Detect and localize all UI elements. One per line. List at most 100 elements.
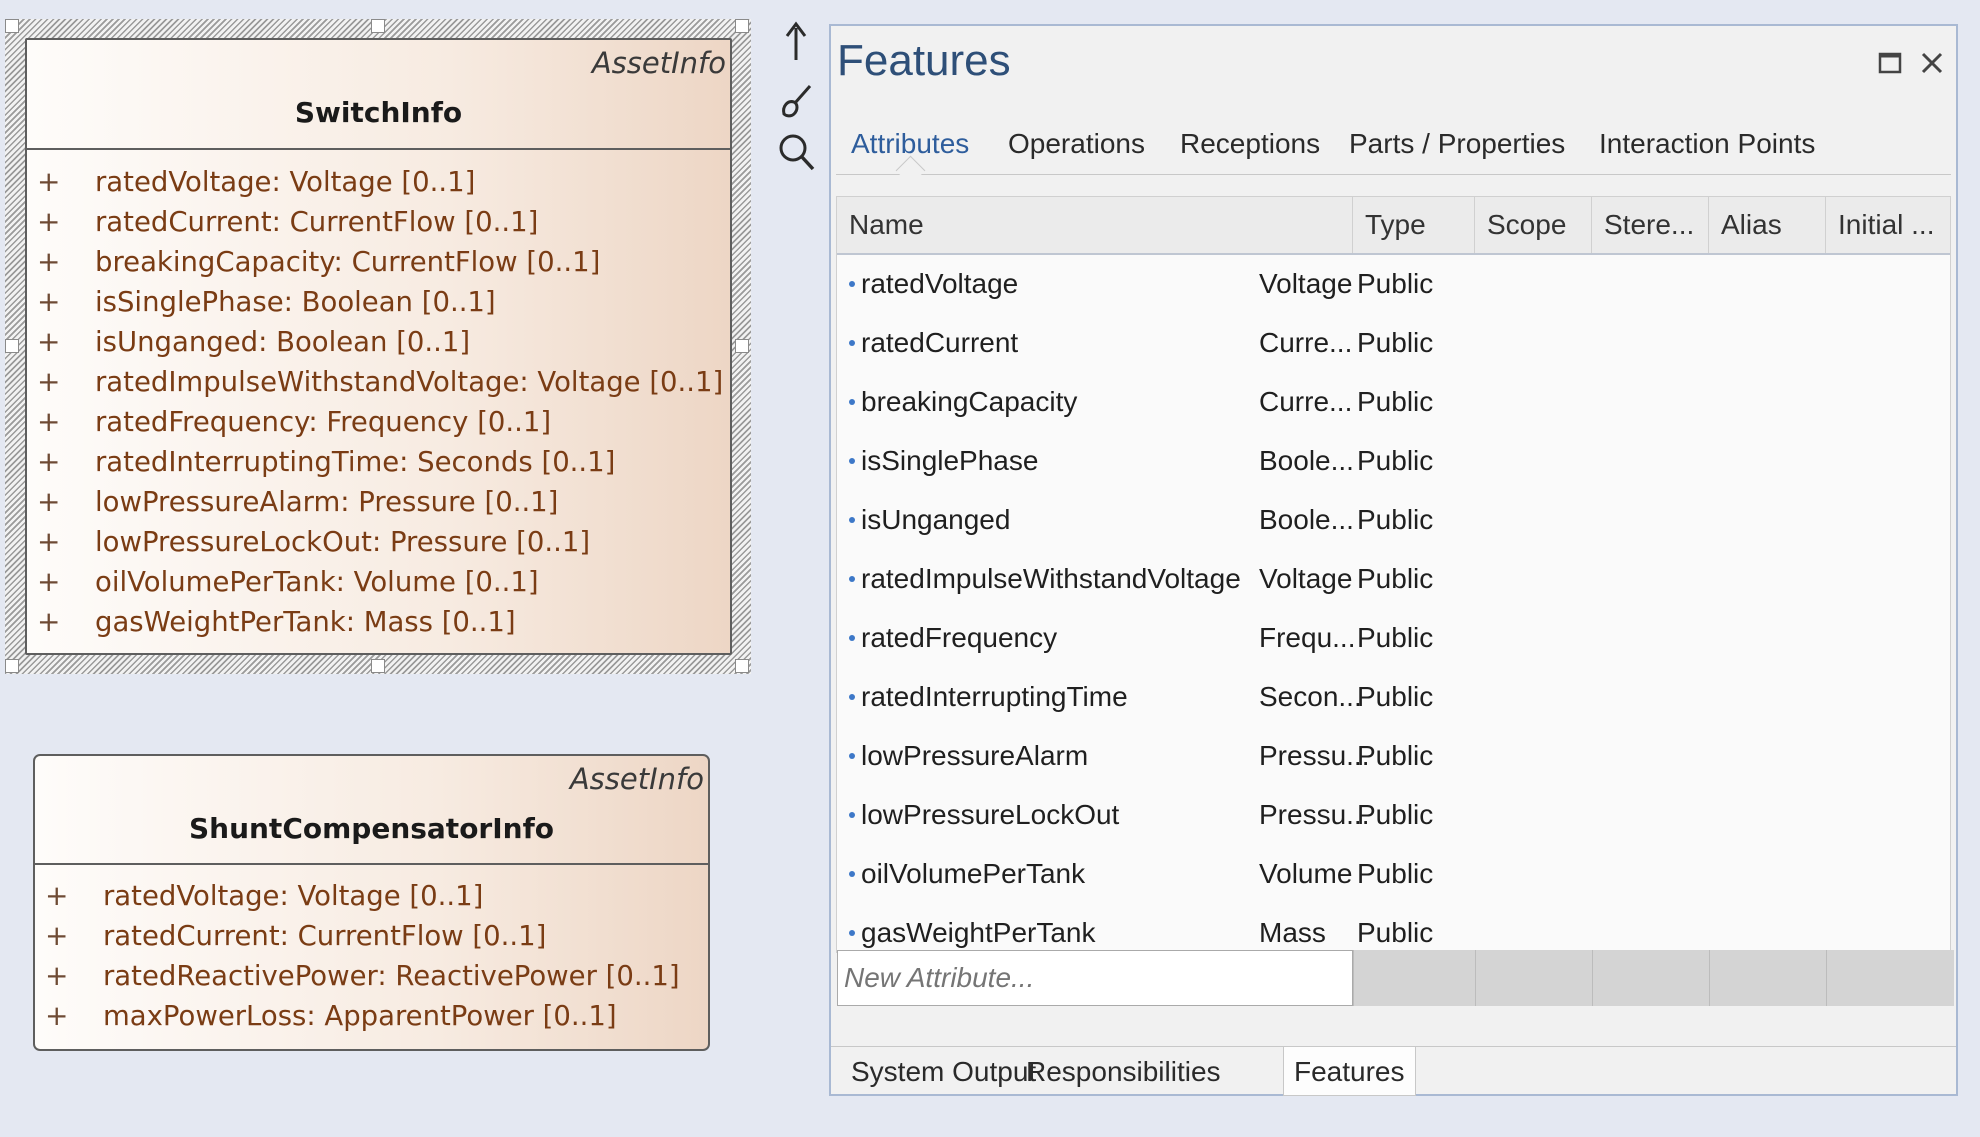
attribute-text: maxPowerLoss: ApparentPower [0..1] xyxy=(103,1000,617,1032)
attribute-icon xyxy=(849,930,855,936)
attribute-line[interactable]: + ratedImpulseWithstandVoltage: Voltage [… xyxy=(27,362,730,402)
attribute-text: lowPressureLockOut: Pressure [0..1] xyxy=(95,526,591,558)
attribute-icon xyxy=(849,812,855,818)
close-icon[interactable] xyxy=(1917,48,1947,78)
resize-handle-ne[interactable] xyxy=(735,19,749,33)
cell-scope: Public xyxy=(1357,799,1434,830)
attribute-line[interactable]: + oilVolumePerTank: Volume [0..1] xyxy=(27,562,730,602)
resize-handle-e[interactable] xyxy=(735,339,749,353)
attribute-line[interactable]: + lowPressureLockOut: Pressure [0..1] xyxy=(27,522,730,562)
attribute-line[interactable]: + ratedVoltage: Voltage [0..1] xyxy=(27,162,730,202)
compartment-divider xyxy=(27,148,730,150)
cell-scope: Public xyxy=(1357,327,1434,358)
attribute-line[interactable]: + ratedInterruptingTime: Seconds [0..1] xyxy=(27,442,730,482)
attribute-icon xyxy=(849,340,855,346)
cell-scope: Public xyxy=(1357,445,1434,476)
resize-handle-se[interactable] xyxy=(735,659,749,673)
attribute-line[interactable]: + isSinglePhase: Boolean [0..1] xyxy=(27,282,730,322)
switch-info-class[interactable]: AssetInfo SwitchInfo + ratedVoltage: Volt… xyxy=(25,38,732,655)
shunt-compensator-info-class[interactable]: AssetInfo ShuntCompensatorInfo + ratedVol… xyxy=(33,754,710,1051)
tab-parts-properties[interactable]: Parts / Properties xyxy=(1349,128,1565,160)
attribute-icon xyxy=(849,871,855,877)
attribute-text: ratedInterruptingTime: Seconds [0..1] xyxy=(95,446,616,478)
column-header-stereotype[interactable]: Stere... xyxy=(1592,197,1709,253)
column-header-scope[interactable]: Scope xyxy=(1475,197,1592,253)
attributes-grid: Name Type Scope Stere... Alias Initial .… xyxy=(836,196,1954,1006)
class-stereotype: AssetInfo xyxy=(591,46,726,80)
tab-operations[interactable]: Operations xyxy=(1008,128,1145,160)
attribute-line[interactable]: + maxPowerLoss: ApparentPower [0..1] xyxy=(35,996,708,1036)
tab-features[interactable]: Features xyxy=(1283,1047,1416,1096)
visibility-public: + xyxy=(45,879,69,912)
table-row[interactable]: lowPressureLockOut Pressu... Public xyxy=(837,785,1950,844)
attribute-line[interactable]: + ratedReactivePower: ReactivePower [0..1… xyxy=(35,956,708,996)
visibility-public: + xyxy=(45,919,69,952)
attribute-text: oilVolumePerTank: Volume [0..1] xyxy=(95,566,539,598)
attribute-text: lowPressureAlarm: Pressure [0..1] xyxy=(95,486,559,518)
new-attribute-input[interactable] xyxy=(837,950,1353,1006)
new-row-cell xyxy=(1353,950,1475,1006)
feature-tabs: Attributes Operations Receptions Parts /… xyxy=(831,106,1956,196)
table-row[interactable]: breakingCapacity Curre... Public xyxy=(837,372,1950,431)
column-header-alias[interactable]: Alias xyxy=(1709,197,1826,253)
table-row[interactable]: ratedCurrent Curre... Public xyxy=(837,313,1950,372)
table-row[interactable]: oilVolumePerTank Volume Public xyxy=(837,844,1950,903)
table-row[interactable]: lowPressureAlarm Pressu... Public xyxy=(837,726,1950,785)
attribute-line[interactable]: + gasWeightPerTank: Mass [0..1] xyxy=(27,602,730,642)
compartment-divider xyxy=(35,863,708,865)
resize-handle-w[interactable] xyxy=(5,339,19,353)
attribute-compartment: + ratedVoltage: Voltage [0..1] + ratedCurre… xyxy=(27,162,730,642)
attribute-line[interactable]: + lowPressureAlarm: Pressure [0..1] xyxy=(27,482,730,522)
table-row[interactable]: ratedVoltage Voltage Public xyxy=(837,254,1950,313)
cell-scope: Public xyxy=(1357,740,1434,771)
attribute-line[interactable]: + ratedCurrent: CurrentFlow [0..1] xyxy=(35,916,708,956)
class-name: ShuntCompensatorInfo xyxy=(188,812,555,845)
visibility-public: + xyxy=(37,485,61,518)
resize-handle-s[interactable] xyxy=(371,659,385,673)
column-header-type[interactable]: Type xyxy=(1353,197,1475,253)
visibility-public: + xyxy=(45,959,69,992)
attribute-text: ratedVoltage: Voltage [0..1] xyxy=(103,880,484,912)
visibility-public: + xyxy=(37,285,61,318)
up-arrow-icon[interactable] xyxy=(776,20,816,64)
attribute-line[interactable]: + isUnganged: Boolean [0..1] xyxy=(27,322,730,362)
attribute-text: ratedCurrent: CurrentFlow [0..1] xyxy=(103,920,547,952)
table-row[interactable]: ratedFrequency Frequ... Public xyxy=(837,608,1950,667)
tab-receptions[interactable]: Receptions xyxy=(1180,128,1320,160)
resize-handle-nw[interactable] xyxy=(5,19,19,33)
attribute-icon xyxy=(849,281,855,287)
cell-scope: Public xyxy=(1357,622,1434,653)
resize-handle-sw[interactable] xyxy=(5,659,19,673)
table-row[interactable]: ratedInterruptingTime Secon... Public xyxy=(837,667,1950,726)
table-row[interactable]: isUnganged Boole... Public xyxy=(837,490,1950,549)
tab-interaction-points[interactable]: Interaction Points xyxy=(1599,128,1815,160)
visibility-public: + xyxy=(37,565,61,598)
table-row[interactable]: ratedImpulseWithstandVoltage Voltage Publi… xyxy=(837,549,1950,608)
visibility-public: + xyxy=(37,605,61,638)
resize-handle-n[interactable] xyxy=(371,19,385,33)
column-header-initial[interactable]: Initial ... xyxy=(1826,197,1954,253)
magnifier-icon[interactable] xyxy=(776,130,816,174)
attribute-compartment: + ratedVoltage: Voltage [0..1] + ratedCurre… xyxy=(35,876,708,1036)
tab-responsibilities[interactable]: Responsibilities xyxy=(1016,1047,1231,1096)
attribute-line[interactable]: + ratedFrequency: Frequency [0..1] xyxy=(27,402,730,442)
attribute-line[interactable]: + breakingCapacity: CurrentFlow [0..1] xyxy=(27,242,730,282)
paintbrush-icon[interactable] xyxy=(776,78,816,122)
visibility-public: + xyxy=(45,999,69,1032)
new-row-cell xyxy=(1475,950,1592,1006)
class-name: SwitchInfo xyxy=(294,96,463,129)
attribute-line[interactable]: + ratedVoltage: Voltage [0..1] xyxy=(35,876,708,916)
table-row[interactable]: isSinglePhase Boole... Public xyxy=(837,431,1950,490)
visibility-public: + xyxy=(37,525,61,558)
cell-scope: Public xyxy=(1357,504,1434,535)
visibility-public: + xyxy=(37,325,61,358)
new-attribute-row xyxy=(837,950,1954,1006)
bottom-tabs: System Output Responsibilities Features xyxy=(831,1046,1956,1097)
attribute-line[interactable]: + ratedCurrent: CurrentFlow [0..1] xyxy=(27,202,730,242)
maximize-icon[interactable] xyxy=(1875,48,1905,78)
cell-scope: Public xyxy=(1357,858,1434,889)
attribute-icon xyxy=(849,694,855,700)
visibility-public: + xyxy=(37,365,61,398)
attribute-icon xyxy=(849,458,855,464)
column-header-name[interactable]: Name xyxy=(837,197,1353,253)
